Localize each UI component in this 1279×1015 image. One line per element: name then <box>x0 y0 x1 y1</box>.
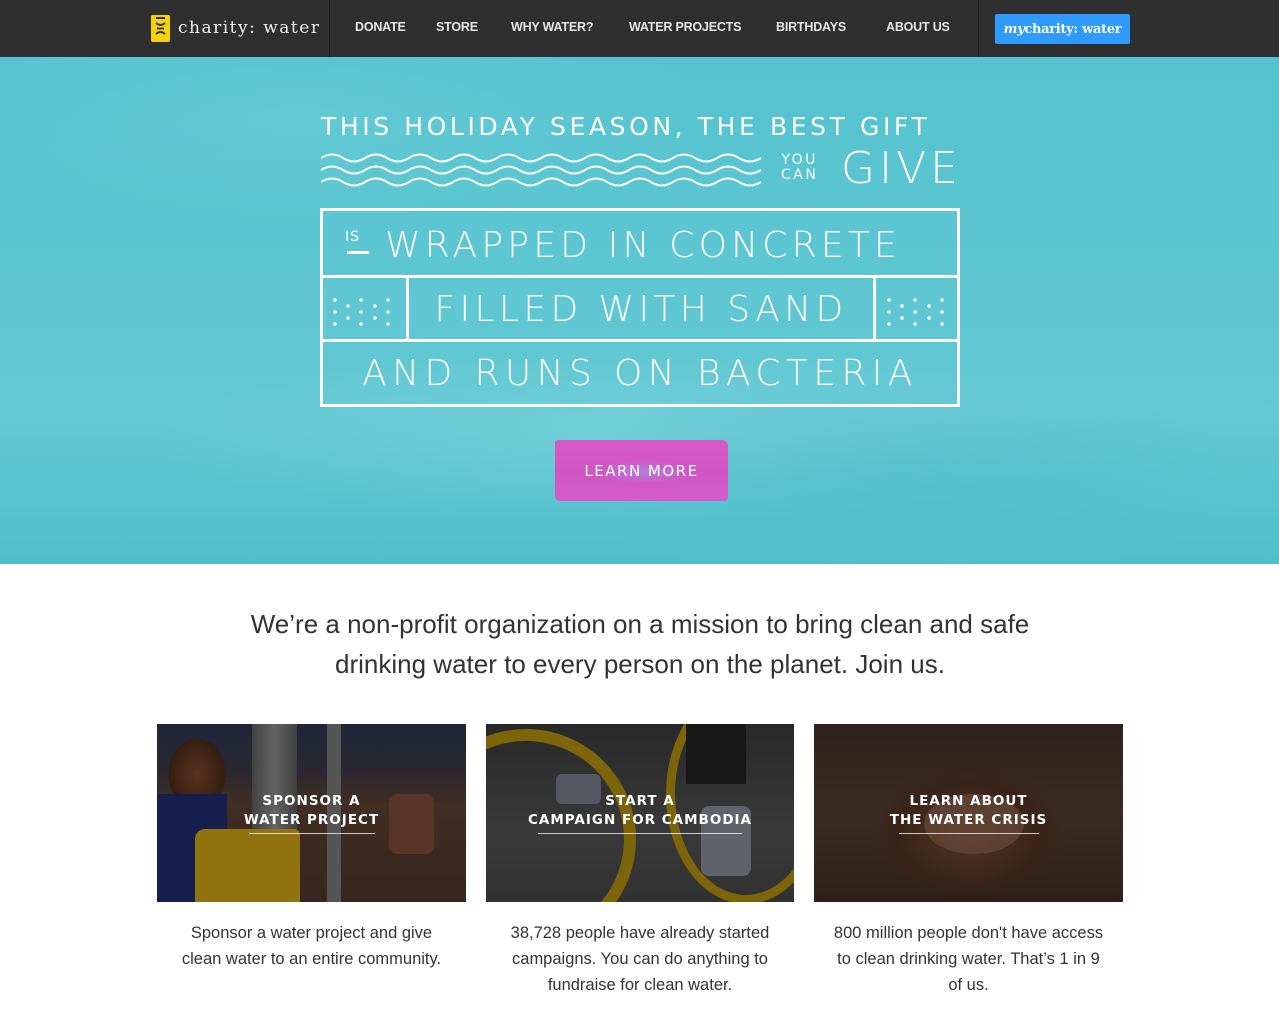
you-text: YOU <box>781 152 818 168</box>
give-text: GIVE <box>841 143 962 194</box>
card-start-campaign: START A CAMPAIGN FOR CAMBODIA 38,728 peo… <box>486 724 794 998</box>
logo[interactable]: charity: water <box>151 14 320 42</box>
hero-banner: THIS HOLIDAY SEASON, THE BEST GIFT YOU C… <box>0 57 1279 564</box>
headline-frame: IS WRAPPED IN CONCRETE FILLED WITH SAND <box>320 208 960 407</box>
cta-rest: charity: water <box>1024 21 1122 37</box>
sponsor-project-image-link[interactable]: SPONSOR A WATER PROJECT <box>157 724 466 902</box>
card-title-line-1: LEARN ABOUT <box>909 793 1028 809</box>
mission-line-2: drinking water to every person on the pl… <box>335 649 945 679</box>
water-crisis-image-link[interactable]: LEARN ABOUT THE WATER CRISIS <box>814 724 1123 902</box>
top-nav: charity: water DONATE STORE WHY WATER? W… <box>0 0 1279 57</box>
dots-pattern-icon <box>887 298 944 326</box>
is-underline <box>347 251 369 254</box>
frame-divider <box>323 275 957 278</box>
card-description: 800 million people don't have access to … <box>833 924 1104 994</box>
card-description: 38,728 people have already started campa… <box>510 924 770 994</box>
nav-link-store[interactable]: STORE <box>436 20 478 34</box>
nav-divider <box>329 0 330 57</box>
row-filled-with-sand: FILLED WITH SAND <box>434 289 848 330</box>
mycharity-water-button[interactable]: my charity: water <box>995 14 1130 44</box>
can-text: CAN <box>781 167 819 183</box>
frame-divider <box>873 278 876 339</box>
you-can-label: YOU CAN <box>781 153 818 183</box>
learn-more-button[interactable]: LEARN MORE <box>555 440 728 501</box>
row-wrapped-in-concrete: WRAPPED IN CONCRETE <box>385 225 901 266</box>
mission-line-1: We’re a non-profit organization on a mis… <box>250 609 1030 639</box>
hero-headline: THIS HOLIDAY SEASON, THE BEST GIFT <box>321 112 931 141</box>
nav-link-water-projects[interactable]: WATER PROJECTS <box>629 20 741 34</box>
nav-link-donate[interactable]: DONATE <box>355 20 406 34</box>
nav-link-about-us[interactable]: ABOUT US <box>886 20 950 34</box>
card-title: LEARN ABOUT THE WATER CRISIS <box>814 792 1123 834</box>
title-underline <box>248 833 375 834</box>
card-title-line-1: SPONSOR A <box>262 793 361 809</box>
title-underline <box>898 833 1039 834</box>
card-title: SPONSOR A WATER PROJECT <box>157 792 466 834</box>
card-description: Sponsor a water project and give clean w… <box>181 924 442 968</box>
is-text: IS <box>345 229 361 245</box>
card-title-line-2: CAMPAIGN FOR CAMBODIA <box>527 812 753 828</box>
row-runs-on-bacteria: AND RUNS ON BACTERIA <box>362 353 918 394</box>
card-sponsor-project: SPONSOR A WATER PROJECT Sponsor a water … <box>157 724 466 972</box>
nav-link-birthdays[interactable]: BIRTHDAYS <box>776 20 846 34</box>
start-campaign-image-link[interactable]: START A CAMPAIGN FOR CAMBODIA <box>486 724 794 902</box>
card-title-line-2: WATER PROJECT <box>243 812 380 828</box>
nav-divider <box>978 0 979 57</box>
title-underline <box>538 833 742 834</box>
logo-text: charity: water <box>178 18 321 38</box>
dots-pattern-icon <box>333 298 390 326</box>
jerry-can-icon <box>151 14 170 42</box>
card-title: START A CAMPAIGN FOR CAMBODIA <box>486 792 794 834</box>
mission-statement: We’re a non-profit organization on a mis… <box>180 604 1100 684</box>
card-water-crisis: LEARN ABOUT THE WATER CRISIS 800 million… <box>814 724 1123 998</box>
nav-link-why-water[interactable]: WHY WATER? <box>511 20 593 34</box>
waves-icon <box>321 153 762 187</box>
card-title-line-2: THE WATER CRISIS <box>889 812 1048 828</box>
frame-divider <box>323 339 957 342</box>
card-title-line-1: START A <box>605 793 675 809</box>
cta-prefix: my <box>1003 21 1025 37</box>
